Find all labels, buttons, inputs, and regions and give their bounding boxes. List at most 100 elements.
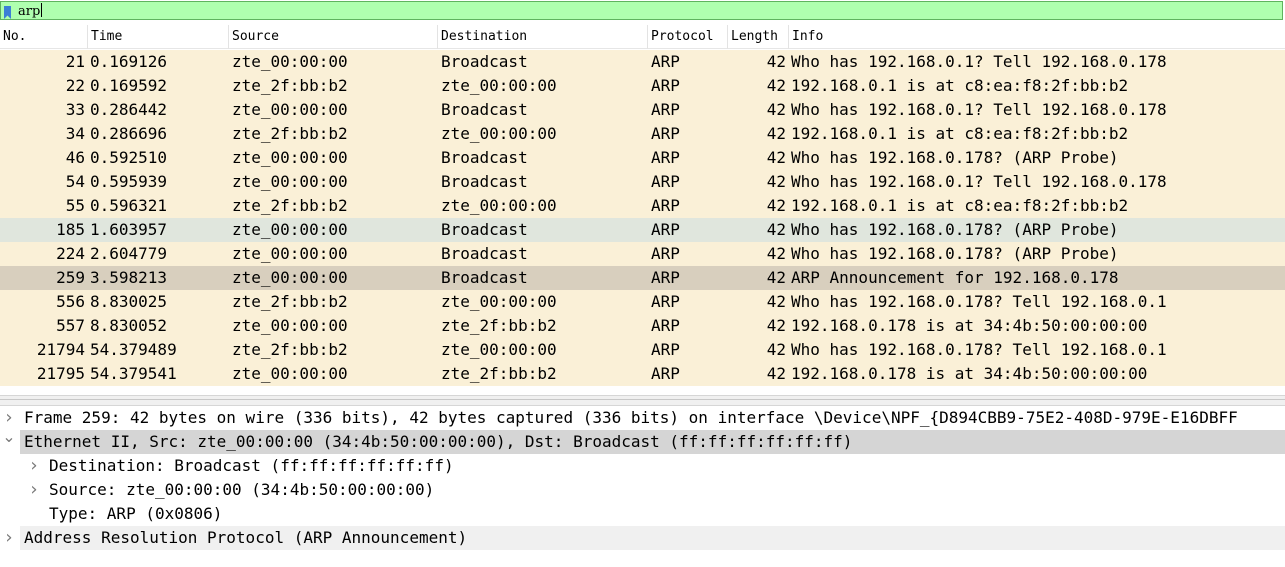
packet-row[interactable]: 34 0.286696 zte_2f:bb:b2 zte_00:00:00 ARP 42 1… [0,122,1285,146]
packet-protocol: ARP [651,364,680,383]
display-filter-value: arp [18,4,41,19]
packet-source: zte_2f:bb:b2 [232,292,348,311]
display-filter-bar: arp [0,0,1285,22]
packet-row[interactable]: 54 0.595939 zte_00:00:00 Broadcast ARP 42 Who … [0,170,1285,194]
packet-destination: Broadcast [441,148,528,167]
packet-time: 0.592510 [90,148,168,167]
packet-info: Who has 192.168.0.1? Tell 192.168.0.178 [791,100,1167,119]
packet-row[interactable]: 557 8.830052 zte_00:00:00 zte_2f:bb:b2 ARP 42… [0,314,1285,338]
packet-protocol: ARP [651,292,680,311]
pane-splitter[interactable] [0,395,1285,406]
packet-destination: zte_00:00:00 [441,196,557,215]
packet-row[interactable]: 224 2.604779 zte_00:00:00 Broadcast ARP 42 Who… [0,242,1285,266]
packet-row[interactable]: 22 0.169592 zte_2f:bb:b2 zte_00:00:00 ARP 42 1… [0,74,1285,98]
tree-item[interactable]: Type: ARP (0x0806) [0,502,1285,526]
column-header-destination[interactable]: Destination [438,25,648,49]
packet-source: zte_00:00:00 [232,268,348,287]
splitter-grip [0,399,1285,402]
bookmark-icon[interactable] [4,4,11,19]
packet-protocol: ARP [651,220,680,239]
packet-length: 42 [766,292,786,311]
column-header-no[interactable]: No. [0,25,88,49]
packet-time: 0.286442 [90,100,168,119]
packet-source: zte_00:00:00 [232,220,348,239]
packet-no: 46 [65,148,85,167]
packet-row[interactable]: 21795 54.379541 zte_00:00:00 zte_2f:bb:b2 AR… [0,362,1285,386]
packet-protocol: ARP [651,124,680,143]
tree-item-label: Ethernet II, Src: zte_00:00:00 (34:4b:50… [20,430,1285,454]
column-header-source[interactable]: Source [229,25,438,49]
packet-length: 42 [766,196,786,215]
packet-rows: 21 0.169126 zte_00:00:00 Broadcast ARP 42 Who … [0,50,1285,386]
column-header-time[interactable]: Time [88,25,229,49]
packet-protocol: ARP [651,196,680,215]
packet-no: 21794 [36,340,85,359]
packet-list: No. Time Source Destination Protocol Len… [0,25,1285,389]
packet-info: ARP Announcement for 192.168.0.178 [791,268,1119,287]
packet-destination: zte_00:00:00 [441,124,557,143]
packet-destination: zte_00:00:00 [441,76,557,95]
chevron-right-icon[interactable]: › [27,478,41,502]
packet-row[interactable]: 46 0.592510 zte_00:00:00 Broadcast ARP 42 Who … [0,146,1285,170]
packet-row[interactable]: 556 8.830025 zte_2f:bb:b2 zte_00:00:00 ARP 42… [0,290,1285,314]
packet-destination: Broadcast [441,172,528,191]
tree-item[interactable]: › Source: zte_00:00:00 (34:4b:50:00:00:00… [0,478,1285,502]
packet-destination: Broadcast [441,220,528,239]
packet-row[interactable]: 185 1.603957 zte_00:00:00 Broadcast ARP 42 Who… [0,218,1285,242]
tree-item-label: Source: zte_00:00:00 (34:4b:50:00:00:00) [49,480,435,499]
packet-length: 42 [766,244,786,263]
packet-destination: zte_2f:bb:b2 [441,316,557,335]
packet-length: 42 [766,76,786,95]
chevron-right-icon[interactable]: › [2,526,16,550]
packet-destination: Broadcast [441,244,528,263]
chevron-right-icon[interactable]: › [27,454,41,478]
packet-time: 3.598213 [90,268,168,287]
packet-time: 54.379541 [90,364,177,383]
packet-destination: zte_00:00:00 [441,340,557,359]
tree-item-label: Address Resolution Protocol (ARP Announc… [20,526,1285,550]
chevron-down-icon[interactable]: ⌄ [2,429,16,454]
packet-time: 0.595939 [90,172,168,191]
packet-list-header: No. Time Source Destination Protocol Len… [0,25,1285,49]
packet-time: 8.830052 [90,316,168,335]
column-header-protocol[interactable]: Protocol [648,25,728,49]
packet-no: 33 [65,100,85,119]
packet-row[interactable]: 21794 54.379489 zte_2f:bb:b2 zte_00:00:00 AR… [0,338,1285,362]
packet-source: zte_00:00:00 [232,100,348,119]
packet-info: Who has 192.168.0.1? Tell 192.168.0.178 [791,172,1167,191]
packet-length: 42 [766,148,786,167]
packet-time: 0.286696 [90,124,168,143]
packet-protocol: ARP [651,340,680,359]
packet-time: 1.603957 [90,220,168,239]
packet-info: Who has 192.168.0.178? Tell 192.168.0.1 [791,340,1167,359]
packet-length: 42 [766,100,786,119]
packet-row[interactable]: 21 0.169126 zte_00:00:00 Broadcast ARP 42 Who … [0,50,1285,74]
packet-no: 224 [56,244,85,263]
packet-protocol: ARP [651,268,680,287]
packet-info: 192.168.0.178 is at 34:4b:50:00:00:00 [791,364,1148,383]
packet-protocol: ARP [651,172,680,191]
packet-length: 42 [766,364,786,383]
tree-item[interactable]: › Destination: Broadcast (ff:ff:ff:ff:ff:… [0,454,1285,478]
packet-no: 54 [65,172,85,191]
tree-item[interactable]: ⌄ Ethernet II, Src: zte_00:00:00 (34:4b:5… [0,429,1285,454]
packet-row[interactable]: 33 0.286442 zte_00:00:00 Broadcast ARP 42 Who … [0,98,1285,122]
packet-info: 192.168.0.1 is at c8:ea:f8:2f:bb:b2 [791,196,1129,215]
tree-item[interactable]: › Address Resolution Protocol (ARP Announ… [0,526,1285,550]
packet-row[interactable]: 55 0.596321 zte_2f:bb:b2 zte_00:00:00 ARP 42 1… [0,194,1285,218]
packet-no: 21 [65,52,85,71]
packet-source: zte_00:00:00 [232,316,348,335]
display-filter-input[interactable]: arp [0,1,1283,20]
tree-item-label: Frame 259: 42 bytes on wire (336 bits), … [24,408,1238,427]
column-header-info[interactable]: Info [789,25,1285,49]
tree-item[interactable]: › Frame 259: 42 bytes on wire (336 bits),… [0,406,1285,430]
packet-destination: zte_2f:bb:b2 [441,364,557,383]
packet-no: 34 [65,124,85,143]
column-header-length[interactable]: Length [728,25,789,49]
packet-row[interactable]: 259 3.598213 zte_00:00:00 Broadcast ARP 42 ARP… [0,266,1285,290]
packet-no: 55 [65,196,85,215]
packet-info: Who has 192.168.0.178? Tell 192.168.0.1 [791,292,1167,311]
packet-no: 185 [56,220,85,239]
packet-length: 42 [766,172,786,191]
